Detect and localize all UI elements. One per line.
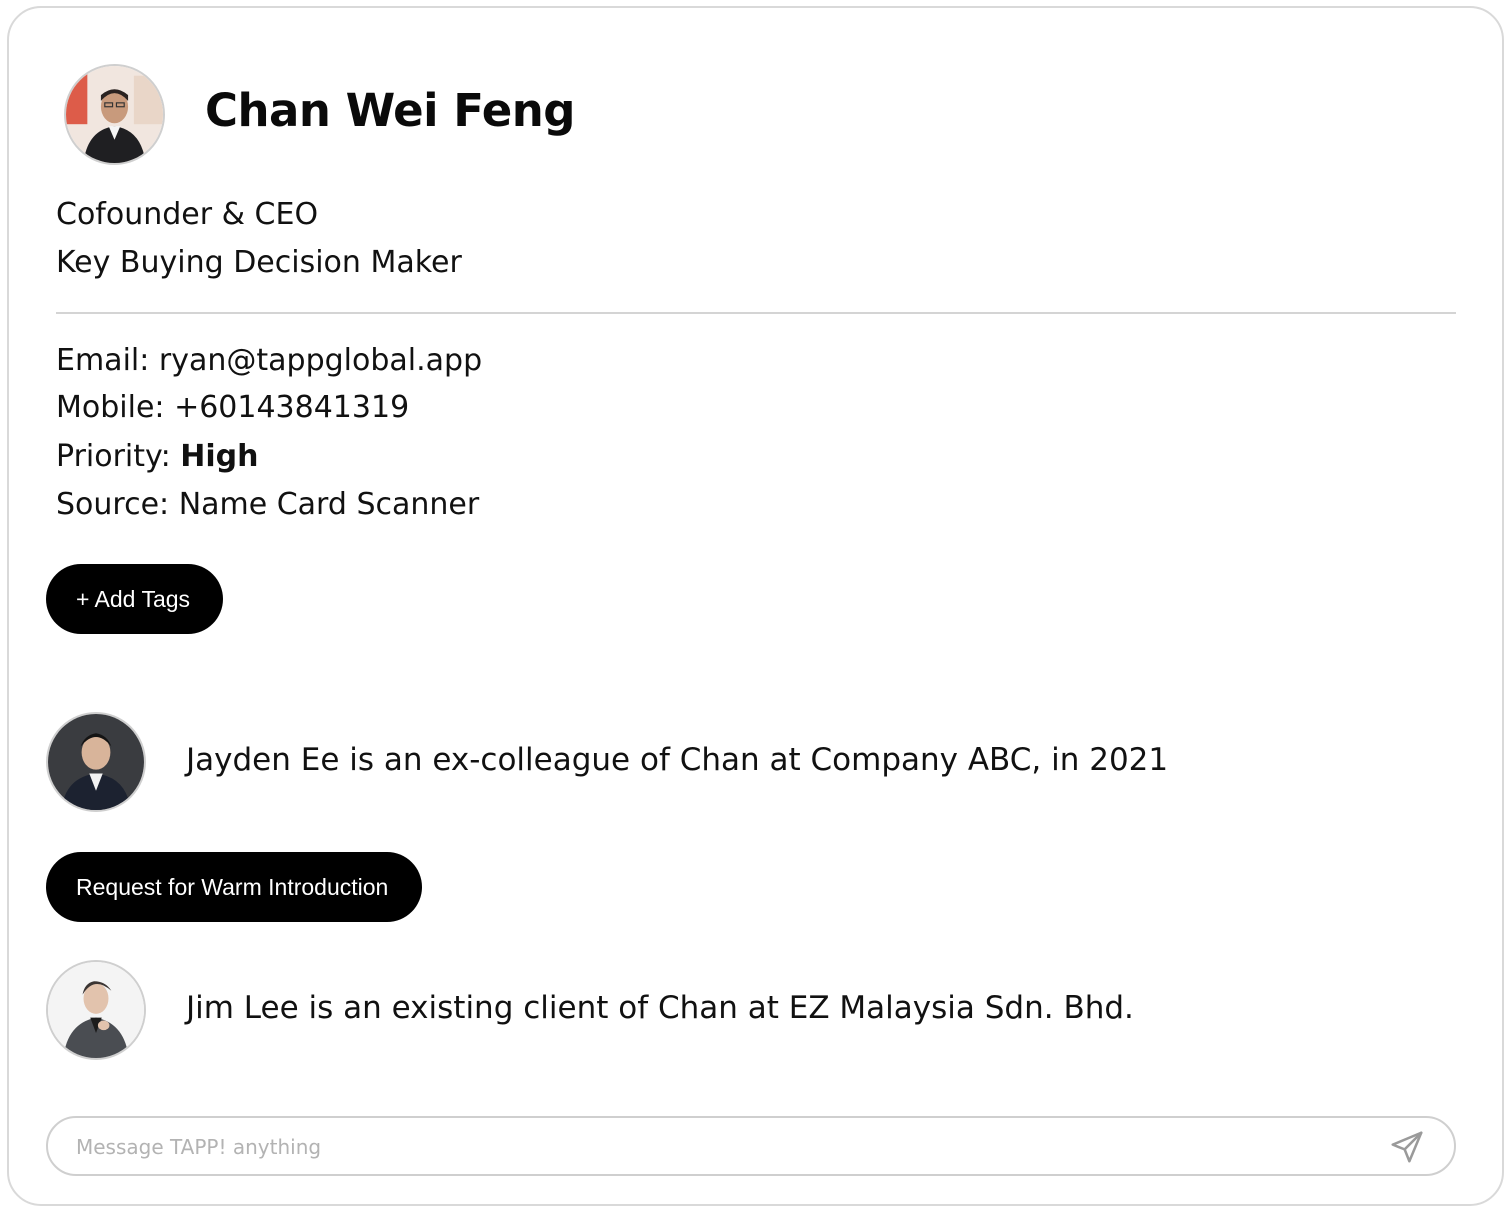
mobile-value: +60143841319 — [174, 390, 410, 425]
profile-role: Cofounder & CEO — [56, 197, 319, 232]
priority-label: Priority: — [56, 439, 181, 474]
chat-message-input[interactable] — [76, 1130, 1366, 1164]
profile-photo-icon — [66, 66, 163, 163]
source-label: Source: — [56, 487, 179, 522]
email-value: ryan@tappglobal.app — [158, 343, 483, 378]
mobile-label: Mobile: — [56, 390, 175, 425]
email-label: Email: — [56, 343, 159, 378]
connection-text: Jayden Ee is an ex-colleague of Chan at … — [186, 742, 1169, 778]
connection-text: Jim Lee is an existing client of Chan at… — [186, 990, 1134, 1026]
send-icon[interactable] — [1388, 1128, 1426, 1166]
priority-value: High — [180, 439, 259, 474]
connection-photo-icon — [48, 714, 144, 810]
contact-card: Chan Wei Feng — [7, 6, 1504, 1206]
connection-avatar — [46, 712, 146, 812]
email-row: Email: ryan@tappglobal.app — [56, 343, 482, 378]
request-warm-intro-button[interactable]: Request for Warm Introduction — [46, 852, 422, 922]
connection-photo-icon — [48, 962, 144, 1058]
priority-row: Priority: High — [56, 439, 258, 474]
source-value: Name Card Scanner — [178, 487, 480, 522]
mobile-row: Mobile: +60143841319 — [56, 390, 409, 425]
add-tags-button[interactable]: + Add Tags — [46, 564, 223, 634]
source-row: Source: Name Card Scanner — [56, 487, 479, 522]
section-divider — [56, 312, 1456, 314]
profile-name: Chan Wei Feng — [205, 84, 575, 137]
connection-avatar — [46, 960, 146, 1060]
chat-input-container — [46, 1116, 1456, 1176]
profile-decision-tag: Key Buying Decision Maker — [56, 245, 462, 280]
profile-avatar — [64, 64, 165, 165]
